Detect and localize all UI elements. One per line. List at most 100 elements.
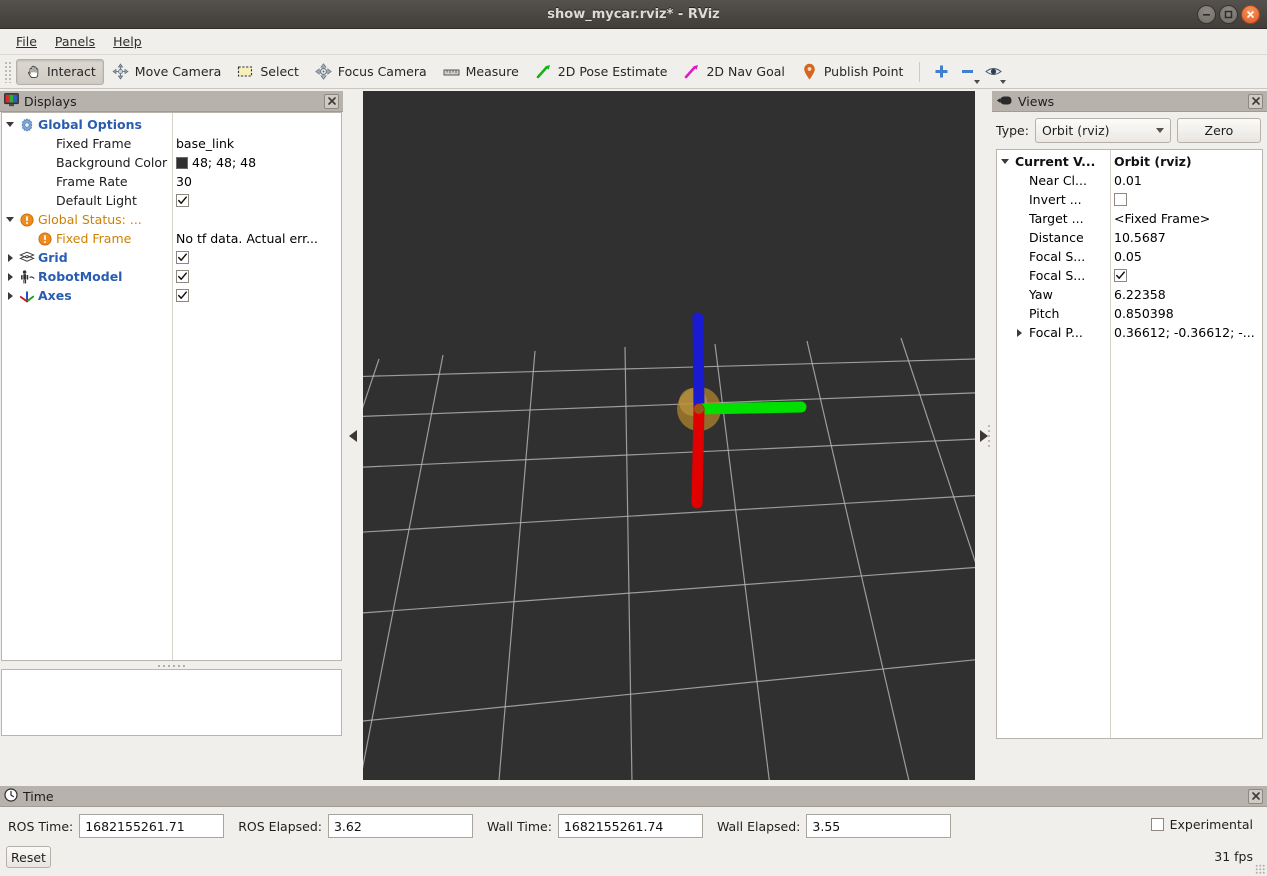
left-splitter-handle[interactable] (343, 91, 363, 780)
tool-measure[interactable]: Measure (435, 59, 527, 85)
reset-button[interactable]: Reset (6, 846, 51, 868)
collapse-right-arrow-icon[interactable] (979, 429, 988, 442)
displays-row-value[interactable] (172, 248, 341, 267)
time-field-input[interactable]: 3.62 (327, 814, 473, 838)
views-row-value[interactable] (1110, 266, 1262, 285)
row-checkbox[interactable] (176, 251, 189, 264)
expander-expand-icon[interactable] (2, 267, 18, 286)
views-row[interactable]: Target ... <Fixed Frame> (997, 209, 1262, 228)
displays-row-name: Grid (2, 248, 172, 267)
displays-tree[interactable]: Global Options Fixed Frame base_link Backgr… (1, 112, 342, 661)
views-row-value[interactable]: <Fixed Frame> (1110, 209, 1262, 228)
menu-file[interactable]: File (8, 31, 45, 52)
resize-grip[interactable] (1255, 864, 1265, 874)
expander-expand-icon[interactable] (2, 248, 18, 267)
experimental-checkbox[interactable] (1150, 818, 1164, 831)
tool-publish-point[interactable]: Publish Point (793, 59, 912, 85)
displays-row-value[interactable] (172, 210, 341, 229)
displays-row-value[interactable]: 48; 48; 48 (172, 153, 341, 172)
views-row-value[interactable]: 0.01 (1110, 171, 1262, 190)
time-close-icon[interactable] (1248, 788, 1263, 804)
tool-select[interactable]: Select (229, 59, 307, 85)
row-checkbox[interactable] (1114, 269, 1127, 282)
displays-row[interactable]: Global Status: ... (2, 210, 341, 229)
displays-row-label: Background Color (56, 155, 168, 170)
render-view-3d[interactable] (363, 91, 975, 780)
expander-expand-icon[interactable] (1011, 323, 1027, 342)
displays-row-label: Default Light (56, 193, 137, 208)
displays-row-value[interactable]: No tf data. Actual err... (172, 229, 341, 248)
displays-row-value[interactable]: base_link (172, 134, 341, 153)
tool-move-camera[interactable]: Move Camera (104, 59, 230, 85)
expander-collapse-icon[interactable] (2, 210, 18, 229)
collapse-left-arrow-icon[interactable] (349, 429, 357, 442)
displays-row-value[interactable] (172, 191, 341, 210)
displays-row[interactable]: Global Options (2, 115, 341, 134)
expander-expand-icon[interactable] (2, 286, 18, 305)
maximize-icon[interactable] (1219, 5, 1238, 24)
displays-row[interactable]: Axes (2, 286, 341, 305)
displays-row[interactable]: Background Color 48; 48; 48 (2, 153, 341, 172)
displays-row[interactable]: Fixed Frame No tf data. Actual err... (2, 229, 341, 248)
add-tool-button[interactable] (928, 59, 954, 85)
views-tree[interactable]: Current V... Orbit (rviz) Near Cl... 0.01 In… (996, 149, 1263, 739)
right-splitter-handle[interactable] (975, 91, 992, 780)
displays-row[interactable]: Fixed Frame base_link (2, 134, 341, 153)
views-type-combo[interactable]: Orbit (rviz) (1034, 117, 1171, 143)
views-row-value[interactable]: 0.36612; -0.36612; -... (1110, 323, 1262, 342)
displays-splitter[interactable] (0, 662, 343, 669)
expander-collapse-icon[interactable] (997, 152, 1013, 171)
views-row[interactable]: Near Cl... 0.01 (997, 171, 1262, 190)
tool-interact[interactable]: Interact (16, 58, 104, 85)
experimental-checkbox-group[interactable]: Experimental (1150, 817, 1253, 832)
displays-row[interactable]: Default Light (2, 191, 341, 210)
views-row-value[interactable] (1110, 190, 1262, 209)
views-row[interactable]: Focal P... 0.36612; -0.36612; -... (997, 323, 1262, 342)
time-field-input[interactable]: 3.55 (806, 814, 952, 838)
views-row-value[interactable]: 0.850398 (1110, 304, 1262, 323)
row-checkbox[interactable] (176, 194, 189, 207)
time-field-label: Wall Time: (486, 818, 552, 834)
views-row-value[interactable]: Orbit (rviz) (1110, 152, 1262, 171)
views-row[interactable]: Focal S... 0.05 (997, 247, 1262, 266)
displays-row-value[interactable]: 30 (172, 172, 341, 191)
views-row-value[interactable]: 6.22358 (1110, 285, 1262, 304)
displays-row[interactable]: RobotModel (2, 267, 341, 286)
row-checkbox[interactable] (1114, 193, 1127, 206)
displays-row-label: Axes (38, 288, 72, 303)
tool-focus-camera[interactable]: Focus Camera (307, 59, 435, 85)
views-row-value[interactable]: 10.5687 (1110, 228, 1262, 247)
displays-close-icon[interactable] (324, 93, 339, 109)
views-row[interactable]: Pitch 0.850398 (997, 304, 1262, 323)
menu-panels[interactable]: Panels (47, 31, 103, 52)
visibility-button[interactable] (980, 59, 1007, 85)
views-row[interactable]: Yaw 6.22358 (997, 285, 1262, 304)
views-row[interactable]: Focal S... (997, 266, 1262, 285)
tool-2d-pose-estimate[interactable]: 2D Pose Estimate (527, 59, 676, 85)
views-row[interactable]: Current V... Orbit (rviz) (997, 152, 1262, 171)
minimize-icon[interactable] (1197, 5, 1216, 24)
displays-row[interactable]: Frame Rate 30 (2, 172, 341, 191)
expander-collapse-icon[interactable] (2, 115, 18, 134)
time-field-input[interactable]: 1682155261.71 (79, 814, 225, 838)
displays-row-value[interactable] (172, 115, 341, 134)
views-row[interactable]: Invert ... (997, 190, 1262, 209)
menu-help[interactable]: Help (105, 31, 150, 52)
views-close-icon[interactable] (1248, 93, 1263, 109)
displays-row-value[interactable] (172, 267, 341, 286)
views-row-value[interactable]: 0.05 (1110, 247, 1262, 266)
row-checkbox[interactable] (176, 270, 189, 283)
displays-row-value[interactable] (172, 286, 341, 305)
displays-row[interactable]: Grid (2, 248, 341, 267)
close-icon[interactable] (1241, 5, 1260, 24)
time-field-input[interactable]: 1682155261.74 (557, 814, 703, 838)
remove-tool-button[interactable] (954, 59, 981, 85)
color-swatch[interactable] (176, 156, 188, 169)
toolbar-grip[interactable] (4, 60, 13, 83)
views-row-name: Near Cl... (997, 171, 1110, 190)
tool-2d-nav-goal[interactable]: 2D Nav Goal (675, 59, 792, 85)
views-row[interactable]: Distance 10.5687 (997, 228, 1262, 247)
row-checkbox[interactable] (176, 289, 189, 302)
views-zero-button[interactable]: Zero (1176, 117, 1261, 143)
